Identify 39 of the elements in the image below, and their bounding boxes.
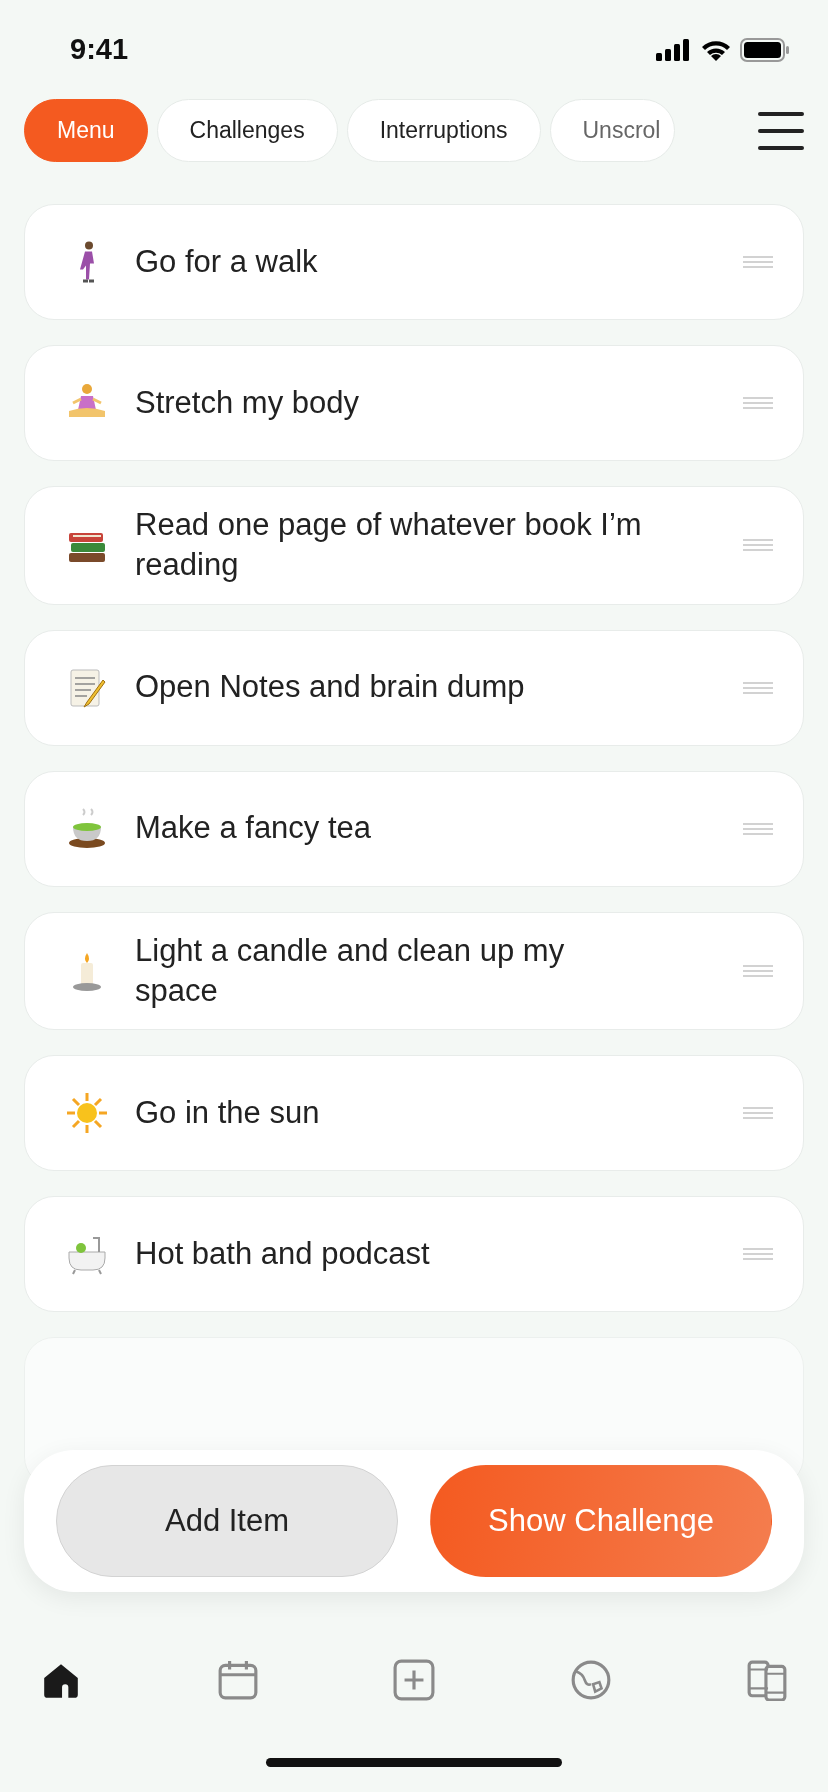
drag-handle-icon[interactable] xyxy=(743,256,773,268)
drag-handle-icon[interactable] xyxy=(743,539,773,552)
calendar-icon[interactable] xyxy=(216,1659,259,1701)
add-item-button[interactable]: Add Item xyxy=(56,1465,398,1577)
item-label: Light a candle and clean up my space xyxy=(135,931,566,1010)
item-label: Go in the sun xyxy=(135,1094,321,1133)
list-card[interactable]: Light a candle and clean up my space xyxy=(24,911,804,1031)
list-card[interactable]: Go in the sun xyxy=(24,1055,804,1172)
drag-handle-icon[interactable] xyxy=(743,397,773,409)
list-card[interactable]: Make a fancy tea xyxy=(24,770,804,887)
list-card[interactable]: Read one page of whatever book I’m reading xyxy=(24,486,804,605)
drag-handle-icon[interactable] xyxy=(743,964,773,977)
add-icon[interactable] xyxy=(393,1659,435,1701)
filter-tab[interactable]: Unscrol xyxy=(549,99,676,162)
list-card[interactable]: Stretch my body xyxy=(24,345,804,461)
drag-handle-icon[interactable] xyxy=(743,822,773,835)
filter-tab[interactable]: Interruptions xyxy=(346,99,541,162)
phones-icon[interactable] xyxy=(746,1659,788,1701)
item-label: Read one page of whatever book I’m reading xyxy=(135,506,643,585)
drag-handle-icon[interactable] xyxy=(743,1248,773,1261)
item-label: Open Notes and brain dump xyxy=(135,668,526,707)
sun-icon xyxy=(65,1091,109,1136)
menu-icon[interactable] xyxy=(758,111,804,150)
signal-icon xyxy=(656,38,692,61)
wifi-icon xyxy=(700,38,732,61)
filter-tab[interactable]: Challenges xyxy=(156,99,338,162)
item-label: Stretch my body xyxy=(135,383,360,422)
item-label: Hot bath and podcast xyxy=(135,1235,431,1274)
list-card[interactable]: Hot bath and podcast xyxy=(24,1196,804,1313)
globe-icon[interactable] xyxy=(569,1659,612,1701)
drag-handle-icon[interactable] xyxy=(743,1107,773,1120)
drag-handle-icon[interactable] xyxy=(743,681,773,694)
list-card[interactable]: Open Notes and brain dump xyxy=(24,629,804,746)
item-label: Go for a walk xyxy=(135,242,319,281)
status-time: 9:41 xyxy=(70,31,129,67)
battery-icon xyxy=(740,37,790,62)
walking-person-icon xyxy=(79,240,95,284)
list-card[interactable]: Go for a walk xyxy=(24,204,804,320)
item-label: Make a fancy tea xyxy=(135,809,373,848)
